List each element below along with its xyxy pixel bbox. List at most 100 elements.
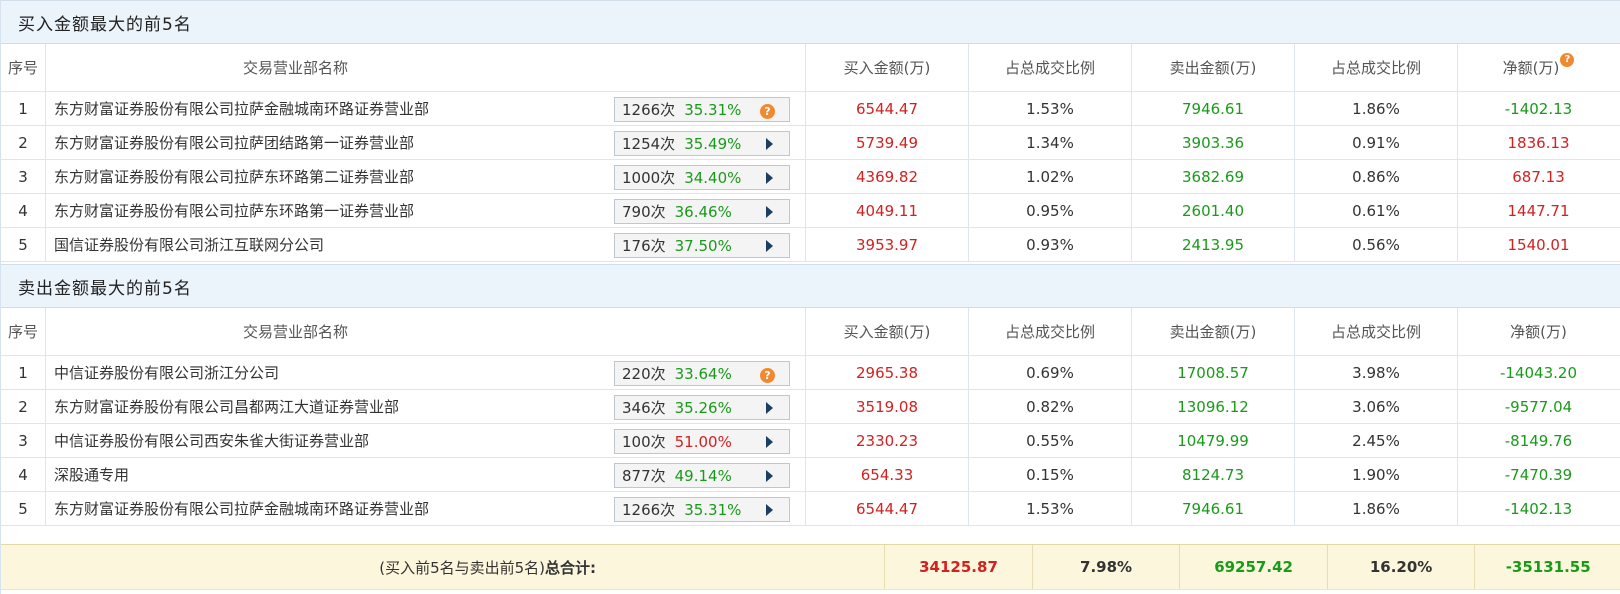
buy-amount: 4369.82	[806, 160, 969, 193]
broker-stats-badge[interactable]: 100次 51.00%	[614, 429, 790, 454]
billboard-tables: 买入金额最大的前5名 序号 交易营业部名称 买入金额(万) 占总成交比例 卖出金…	[0, 0, 1620, 594]
row-number: 5	[1, 492, 46, 525]
table-row: 2 东方财富证券股份有限公司拉萨团结路第一证券营业部 1254次 35.49% 5739…	[1, 126, 1620, 160]
col-header-sell: 卖出金额(万)	[1132, 308, 1295, 355]
col-header-name: 交易营业部名称	[46, 308, 806, 355]
total-label-prefix: (买入前5名与卖出前5名)	[379, 558, 546, 577]
buy-amount: 5739.49	[806, 126, 969, 159]
col-header-buy-ratio: 占总成交比例	[969, 44, 1132, 91]
appearance-count: 1266次	[622, 501, 676, 519]
arrow-right-icon[interactable]	[766, 504, 773, 516]
col-header-sell-ratio: 占总成交比例	[1295, 44, 1458, 91]
broker-stats-badge[interactable]: 877次 49.14%	[614, 463, 790, 488]
arrow-right-icon[interactable]	[766, 402, 773, 414]
buy-amount: 3953.97	[806, 228, 969, 261]
appearance-count: 176次	[622, 237, 666, 255]
buy-ratio: 1.02%	[969, 160, 1132, 193]
success-rate: 37.50%	[674, 236, 732, 255]
arrow-right-icon[interactable]	[766, 470, 773, 482]
net-amount: 1836.13	[1507, 133, 1570, 152]
broker-stats-badge[interactable]: 1266次 35.31%	[614, 497, 790, 522]
broker-name[interactable]: 中信证券股份有限公司西安朱雀大街证券营业部	[54, 430, 369, 451]
buy-ratio: 0.95%	[969, 194, 1132, 227]
appearance-count: 1266次	[622, 101, 676, 119]
sell-ratio: 2.45%	[1295, 424, 1458, 457]
broker-stats-badge[interactable]: 176次 37.50%	[614, 233, 790, 258]
table-row: 3 东方财富证券股份有限公司拉萨东环路第二证券营业部 1000次 34.40% 4369…	[1, 160, 1620, 194]
broker-name[interactable]: 东方财富证券股份有限公司拉萨金融城南环路证券营业部	[54, 98, 429, 119]
row-number: 1	[1, 92, 46, 125]
arrow-right-icon[interactable]	[766, 436, 773, 448]
buy-ratio: 0.15%	[969, 458, 1132, 491]
net-amount: -1402.13	[1504, 99, 1573, 118]
success-rate: 35.31%	[684, 500, 742, 519]
sell-column-headers: 序号 交易营业部名称 买入金额(万) 占总成交比例 卖出金额(万) 占总成交比例…	[1, 308, 1620, 356]
table-row: 4 东方财富证券股份有限公司拉萨东环路第一证券营业部 790次 36.46% 4049.…	[1, 194, 1620, 228]
appearance-count: 220次	[622, 365, 666, 383]
broker-stats-badge[interactable]: 1254次 35.49%	[614, 131, 790, 156]
broker-stats-badge[interactable]: 1000次 34.40%	[614, 165, 790, 190]
sell-ratio: 1.86%	[1295, 492, 1458, 525]
row-number: 1	[1, 356, 46, 389]
sell-ratio: 0.56%	[1295, 228, 1458, 261]
broker-stats-badge[interactable]: 1266次 35.31%?	[614, 97, 790, 122]
sell-amount: 17008.57	[1132, 356, 1295, 389]
question-icon[interactable]: ?	[1560, 52, 1575, 67]
question-icon[interactable]: ?	[760, 104, 775, 119]
appearance-count: 790次	[622, 203, 666, 221]
total-buy: 34125.87	[885, 545, 1033, 589]
table-row: 4 深股通专用 877次 49.14% 654.33 0.15% 8124.73 1.90% -…	[1, 458, 1620, 492]
row-number: 5	[1, 228, 46, 261]
sell-ratio: 0.91%	[1295, 126, 1458, 159]
table-row: 3 中信证券股份有限公司西安朱雀大街证券营业部 100次 51.00% 2330.23 0…	[1, 424, 1620, 458]
arrow-right-icon[interactable]	[766, 172, 773, 184]
col-header-net-label: 净额(万)	[1502, 59, 1560, 77]
broker-name[interactable]: 国信证券股份有限公司浙江互联网分公司	[54, 234, 324, 255]
net-amount: -1402.13	[1504, 499, 1573, 518]
row-number: 3	[1, 160, 46, 193]
buy-amount: 3519.08	[806, 390, 969, 423]
net-amount: 687.13	[1512, 167, 1565, 186]
col-header-no: 序号	[1, 308, 46, 355]
table-row: 1 中信证券股份有限公司浙江分公司 220次 33.64%? 2965.38 0.69% 1…	[1, 356, 1620, 390]
success-rate: 34.40%	[684, 168, 742, 187]
broker-name[interactable]: 东方财富证券股份有限公司拉萨金融城南环路证券营业部	[54, 498, 429, 519]
broker-name-cell: 中信证券股份有限公司西安朱雀大街证券营业部 100次 51.00%	[46, 424, 806, 457]
success-rate: 35.49%	[684, 134, 742, 153]
total-sell-ratio: 16.20%	[1328, 545, 1476, 589]
sell-amount: 2601.40	[1132, 194, 1295, 227]
broker-stats-badge[interactable]: 346次 35.26%	[614, 395, 790, 420]
broker-name[interactable]: 深股通专用	[54, 464, 129, 485]
net-amount: -14043.20	[1500, 363, 1577, 382]
broker-stats-badge[interactable]: 790次 36.46%	[614, 199, 790, 224]
appearance-count: 100次	[622, 433, 666, 451]
broker-name-cell: 国信证券股份有限公司浙江互联网分公司 176次 37.50%	[46, 228, 806, 261]
buy-amount: 6544.47	[806, 92, 969, 125]
broker-name[interactable]: 东方财富证券股份有限公司拉萨团结路第一证券营业部	[54, 132, 414, 153]
success-rate: 33.64%	[674, 364, 732, 383]
col-header-sell: 卖出金额(万)	[1132, 44, 1295, 91]
table-row: 5 国信证券股份有限公司浙江互联网分公司 176次 37.50% 3953.97 0.93…	[1, 228, 1620, 262]
row-number: 3	[1, 424, 46, 457]
arrow-right-icon[interactable]	[766, 240, 773, 252]
total-sell: 69257.42	[1180, 545, 1328, 589]
success-rate: 49.14%	[674, 466, 732, 485]
broker-name[interactable]: 东方财富证券股份有限公司拉萨东环路第二证券营业部	[54, 166, 414, 187]
sell-amount: 8124.73	[1132, 458, 1295, 491]
row-number: 4	[1, 458, 46, 491]
arrow-right-icon[interactable]	[766, 138, 773, 150]
broker-name-cell: 东方财富证券股份有限公司拉萨东环路第二证券营业部 1000次 34.40%	[46, 160, 806, 193]
row-number: 4	[1, 194, 46, 227]
sell-ratio: 3.98%	[1295, 356, 1458, 389]
arrow-right-icon[interactable]	[766, 206, 773, 218]
broker-name-cell: 深股通专用 877次 49.14%	[46, 458, 806, 491]
question-icon[interactable]: ?	[760, 368, 775, 383]
broker-name[interactable]: 中信证券股份有限公司浙江分公司	[54, 362, 279, 383]
broker-stats-badge[interactable]: 220次 33.64%?	[614, 361, 790, 386]
buy-amount: 4049.11	[806, 194, 969, 227]
broker-name-cell: 中信证券股份有限公司浙江分公司 220次 33.64%?	[46, 356, 806, 389]
broker-name[interactable]: 东方财富证券股份有限公司拉萨东环路第一证券营业部	[54, 200, 414, 221]
sell-ratio: 1.90%	[1295, 458, 1458, 491]
broker-name[interactable]: 东方财富证券股份有限公司昌都两江大道证券营业部	[54, 396, 399, 417]
buy-ratio: 0.55%	[969, 424, 1132, 457]
